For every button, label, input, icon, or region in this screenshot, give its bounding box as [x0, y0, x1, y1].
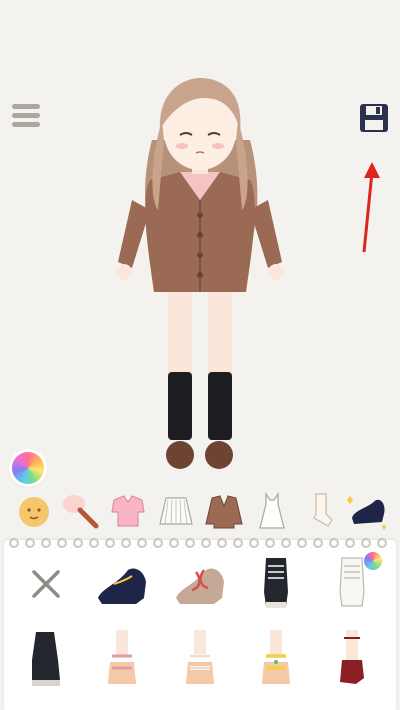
notebook-rings	[9, 538, 387, 548]
beige-mary-jane-shoe-icon	[176, 568, 224, 604]
face-icon	[19, 497, 49, 527]
shoe-item-navy-mary-jane[interactable]	[92, 552, 152, 618]
pink-sandal-icon	[108, 630, 136, 684]
shoe-item-beige-mary-jane[interactable]	[170, 552, 230, 618]
category-socks[interactable]	[298, 488, 342, 534]
save-button[interactable]	[358, 102, 390, 134]
category-dress[interactable]	[250, 488, 294, 534]
category-face[interactable]	[12, 488, 56, 534]
character-stage	[0, 0, 400, 480]
black-socks	[168, 372, 192, 440]
character-figure	[116, 78, 284, 469]
category-shoes[interactable]	[346, 488, 390, 534]
dress-icon	[259, 492, 285, 529]
remove-item-button[interactable]	[16, 552, 76, 618]
floppy-disk-save-icon	[360, 104, 388, 132]
white-sneaker-icon	[339, 557, 365, 607]
shoe-item-pink-sandal[interactable]	[92, 626, 152, 692]
shoe-icon	[347, 496, 386, 530]
skirt-icon	[159, 497, 193, 525]
black-sneaker-side-icon	[32, 632, 60, 686]
brown-loafers	[166, 441, 194, 469]
shoe-item-white-sandal[interactable]	[170, 626, 230, 692]
annotation-arrow	[362, 162, 380, 253]
remove-x-icon	[32, 570, 60, 598]
red-heel-icon	[340, 630, 364, 684]
menu-button[interactable]	[12, 104, 40, 132]
shoe-item-yellow-sandal[interactable]	[246, 626, 306, 692]
category-hair[interactable]	[58, 488, 102, 534]
white-sandal-icon	[186, 630, 214, 684]
navy-mary-jane-shoe-icon	[98, 568, 146, 604]
hair-brush-icon	[63, 495, 99, 529]
shoe-item-white-sneaker[interactable]	[322, 552, 382, 618]
sock-icon	[313, 493, 333, 527]
blouse-icon	[111, 495, 145, 527]
shoe-item-black-sneaker[interactable]	[246, 552, 306, 618]
color-wheel-button[interactable]	[12, 452, 44, 484]
black-sneaker-icon	[264, 558, 288, 608]
hamburger-menu-icon	[12, 104, 40, 127]
category-jacket[interactable]	[202, 488, 246, 534]
category-bar	[0, 488, 400, 534]
shoe-item-black-sneaker-side[interactable]	[16, 626, 76, 692]
category-skirt[interactable]	[154, 488, 198, 534]
cardigan-icon	[205, 495, 243, 529]
yellow-sandal-icon	[262, 630, 290, 684]
shoe-item-red-heel[interactable]	[322, 626, 382, 692]
category-top[interactable]	[106, 488, 150, 534]
